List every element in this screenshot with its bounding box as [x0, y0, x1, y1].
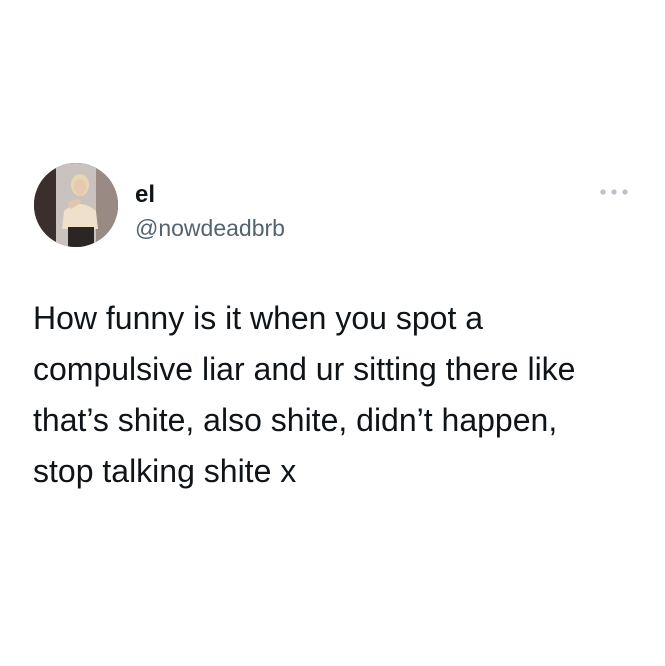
more-options-button[interactable]: [597, 182, 631, 202]
author-display-name[interactable]: el: [135, 181, 155, 209]
tweet-card: el @nowdeadbrb How funny is it when you …: [0, 0, 665, 666]
more-dots-icon: [600, 189, 628, 195]
profile-photo-image: [34, 163, 118, 247]
author-handle[interactable]: @nowdeadbrb: [135, 214, 285, 242]
tweet-text: How funny is it when you spot a compulsi…: [33, 300, 576, 489]
avatar[interactable]: [34, 163, 118, 247]
